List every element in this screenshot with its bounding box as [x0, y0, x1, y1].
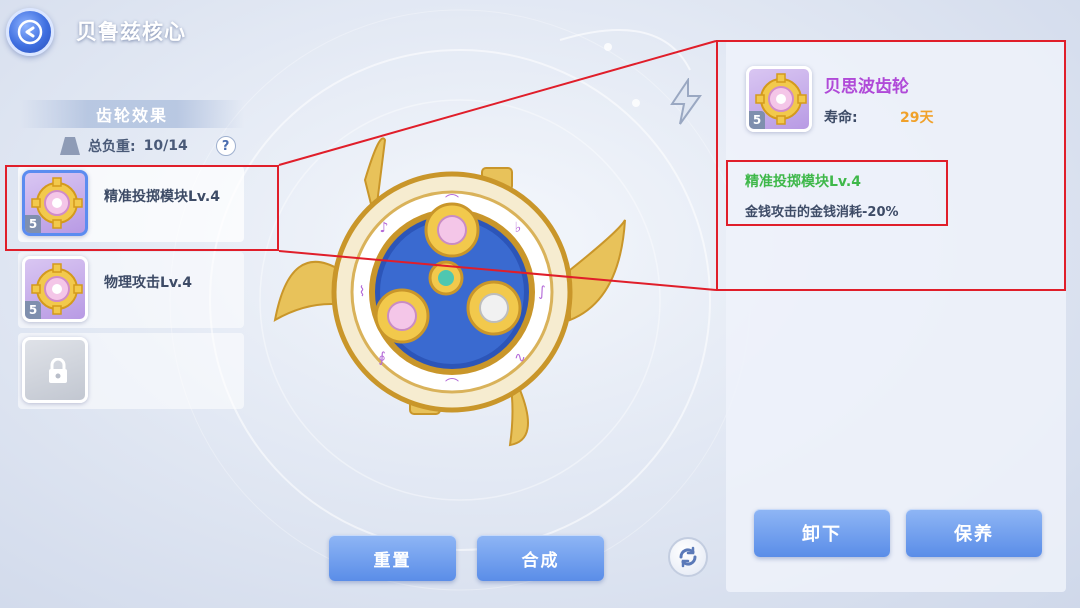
page-title: 贝鲁兹核心 — [76, 20, 186, 44]
gear-item-icon: 5 — [22, 256, 88, 322]
locked-slot-icon — [22, 337, 88, 403]
gear-item-name: 贝思波齿轮 — [824, 77, 909, 97]
gear-slot-locked[interactable] — [18, 333, 244, 409]
lightning-icon — [670, 78, 702, 125]
load-value: 10/14 — [143, 138, 188, 154]
level-badge: 5 — [749, 111, 765, 129]
gear-slot-2[interactable]: 5 物理攻击Lv.4 — [18, 252, 244, 328]
detail-gear-icon: 5 — [746, 66, 812, 132]
life-value: 29天 — [900, 110, 934, 126]
svg-text:∮: ∮ — [378, 350, 385, 366]
weight-icon — [60, 137, 80, 155]
svg-text:♭: ♭ — [515, 220, 522, 236]
svg-text:∿: ∿ — [514, 350, 526, 366]
unload-button[interactable]: 卸下 — [754, 509, 890, 557]
gear-effect-header: 齿轮效果 — [20, 100, 244, 128]
back-button[interactable] — [6, 8, 54, 56]
svg-text:⌒: ⌒ — [445, 378, 459, 394]
gear-slot-1[interactable]: 5 精准投掷模块Lv.4 — [18, 166, 244, 242]
slot-name: 精准投掷模块Lv.4 — [104, 189, 220, 205]
combine-button[interactable]: 合成 — [477, 535, 604, 581]
gear-core-emblem: ⌒♭∫ ∿⌒∮ ⌇♪ — [273, 137, 626, 447]
svg-text:♪: ♪ — [380, 220, 389, 236]
back-arrow-icon — [17, 19, 43, 45]
svg-text:⌇: ⌇ — [359, 284, 366, 300]
level-badge: 5 — [25, 215, 41, 233]
effect-name: 精准投掷模块Lv.4 — [745, 174, 861, 190]
svg-text:∫: ∫ — [538, 284, 545, 300]
reset-button[interactable]: 重置 — [329, 535, 456, 581]
effect-description: 金钱攻击的金钱消耗-20% — [745, 205, 899, 220]
refresh-button[interactable] — [668, 537, 708, 577]
load-label: 总负重: — [88, 139, 136, 155]
refresh-icon — [679, 546, 697, 568]
gear-item-icon: 5 — [22, 170, 88, 236]
slot-name: 物理攻击Lv.4 — [104, 275, 192, 291]
maintain-button[interactable]: 保养 — [906, 509, 1042, 557]
lock-icon — [49, 358, 67, 383]
level-badge: 5 — [25, 301, 41, 319]
help-icon[interactable]: ? — [215, 136, 236, 156]
life-label: 寿命: — [824, 110, 858, 126]
total-load-row: 总负重: 10/14 ? — [60, 136, 236, 156]
